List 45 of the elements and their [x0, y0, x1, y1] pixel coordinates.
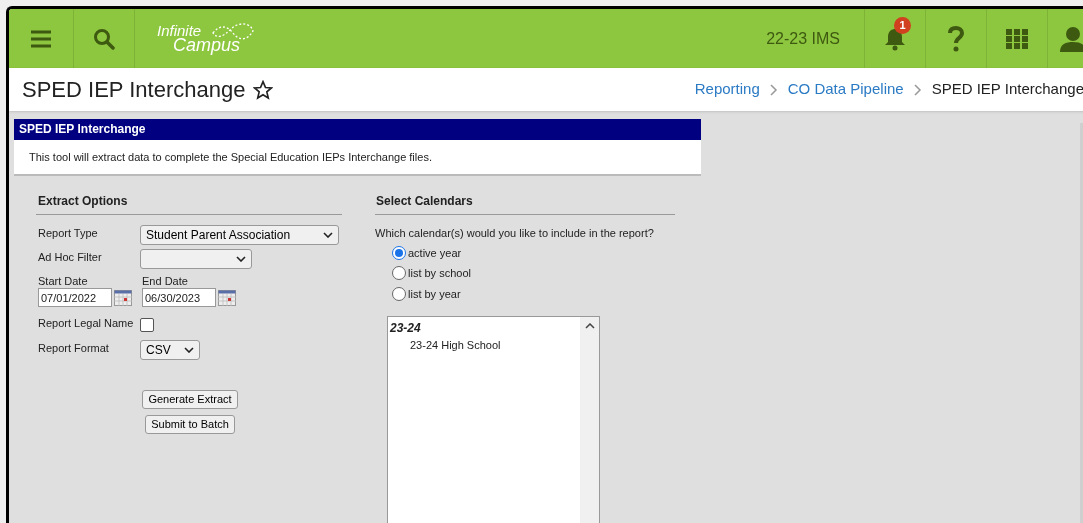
scrollbar[interactable]: [580, 317, 599, 523]
field-label: End Date: [142, 275, 189, 288]
calendar-icon[interactable]: [218, 289, 236, 306]
panel-description: This tool will extract data to complete the Special Education IEPs Interchange files.: [14, 139, 701, 176]
section-heading: Extract Options: [36, 192, 342, 215]
section-heading: Select Calendars: [375, 192, 675, 215]
chevron-down-icon: [236, 256, 246, 262]
field-label: Report Legal Name: [37, 316, 135, 331]
calendar-option[interactable]: 23-24 High School: [390, 337, 580, 354]
page-title: SPED IEP Interchange: [22, 76, 246, 104]
report-format-select[interactable]: CSV: [140, 340, 200, 360]
chevron-right-icon: [769, 83, 778, 96]
radio-label: active year: [408, 245, 462, 261]
question-text: Which calendar(s) would you like to include in the report?: [375, 226, 655, 241]
radio-button[interactable]: [392, 266, 406, 281]
breadcrumb-current: SPED IEP Interchange: [931, 79, 1083, 100]
ad-hoc-filter-select[interactable]: [140, 249, 252, 269]
notification-badge: 1: [894, 17, 911, 34]
action-button[interactable]: Submit to Batch: [145, 415, 235, 434]
calendar-year: 23-24: [390, 320, 422, 337]
field-label: Report Type: [37, 226, 99, 241]
radio-button[interactable]: [392, 286, 406, 301]
scroll-up-icon[interactable]: [584, 323, 595, 329]
chevron-right-icon: [913, 83, 922, 96]
action-button[interactable]: Generate Extract: [142, 390, 238, 409]
breadcrumb-link[interactable]: Reporting: [694, 78, 760, 101]
breadcrumb-link[interactable]: CO Data Pipeline: [787, 78, 904, 101]
user-icon[interactable]: [1047, 9, 1083, 68]
radio-label: list by year: [408, 286, 461, 302]
calendar-icon[interactable]: [114, 289, 132, 306]
date-field[interactable]: 07/01/2022: [38, 288, 112, 307]
date-field[interactable]: 06/30/2023: [142, 288, 216, 307]
field-label: Start Date: [38, 275, 89, 288]
panel-title-bar: SPED IEP Interchange: [14, 119, 701, 140]
radio-button[interactable]: [392, 245, 406, 260]
chevron-down-icon: [323, 232, 333, 238]
favorite-star-icon[interactable]: [253, 79, 274, 100]
context-label[interactable]: 22-23 IMS: [766, 26, 840, 51]
chevron-down-icon: [184, 347, 194, 353]
calendar-list[interactable]: 23-24 23-24 High School: [387, 316, 600, 523]
legal-name-checkbox[interactable]: [140, 318, 154, 332]
radio-label: list by school: [408, 266, 471, 281]
report-type-select[interactable]: Student Parent Association: [140, 225, 339, 245]
field-label: Ad Hoc Filter: [37, 250, 103, 265]
field-label: Report Format: [37, 341, 110, 356]
